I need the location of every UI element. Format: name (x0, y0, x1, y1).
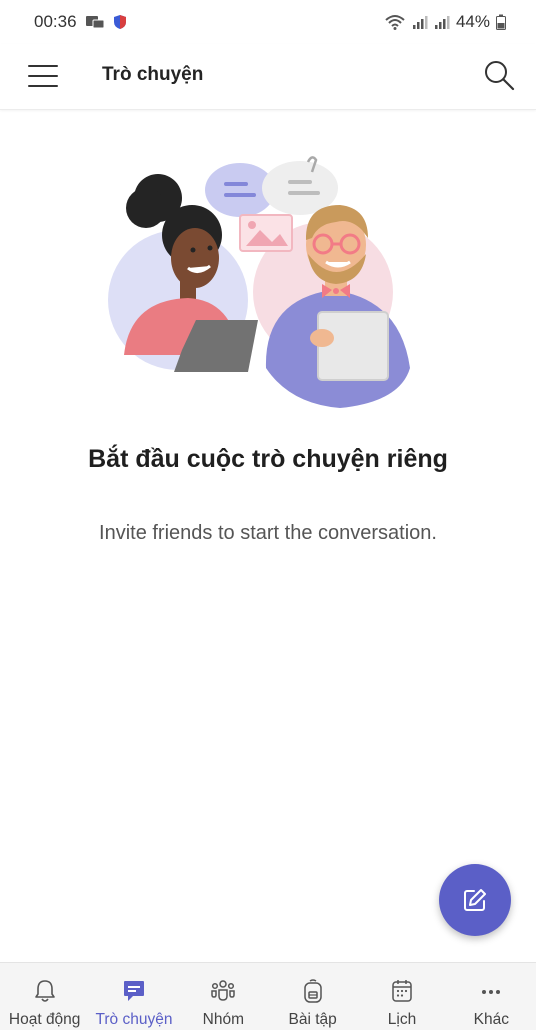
empty-state-title: Bắt đầu cuộc trò chuyện riêng (88, 445, 448, 473)
bell-icon (31, 977, 59, 1005)
more-icon (477, 977, 505, 1005)
bottom-nav: Hoạt động Trò chuyện Nhóm Bài tập Lịch K… (0, 962, 536, 1030)
nav-label: Trò chuyện (95, 1011, 173, 1028)
battery-percent: 44% (455, 12, 490, 31)
empty-state-subtitle: Invite friends to start the conversation… (99, 522, 437, 544)
battery-icon (496, 14, 506, 30)
nav-item-more[interactable]: Khác (447, 963, 536, 1030)
chat-icon (120, 977, 148, 1005)
search-icon[interactable] (482, 58, 516, 94)
menu-icon-bar (28, 65, 58, 67)
nav-item-teams[interactable]: Nhóm (179, 963, 268, 1030)
teams-icon (209, 977, 237, 1005)
menu-icon-bar (28, 75, 58, 77)
backpack-icon (299, 977, 327, 1005)
nav-label: Hoạt động (8, 1011, 81, 1028)
signal-icon (412, 16, 428, 29)
message-notification-icon (85, 16, 105, 29)
status-bar: 00:36 44% (0, 0, 536, 44)
nav-item-chat[interactable]: Trò chuyện (89, 963, 178, 1030)
empty-state-illustration (108, 156, 410, 408)
nav-label: Bài tập (288, 1011, 337, 1028)
status-left: 00:36 (34, 12, 127, 32)
wifi-icon (385, 15, 405, 30)
menu-icon-bar (28, 85, 58, 87)
app-header: Trò chuyện (0, 44, 536, 110)
page-title: Trò chuyện (102, 64, 204, 85)
nav-item-activity[interactable]: Hoạt động (0, 963, 89, 1030)
calendar-icon (388, 977, 416, 1005)
shield-icon (113, 15, 126, 29)
status-time: 00:36 (34, 12, 77, 31)
new-chat-button[interactable] (439, 864, 511, 936)
menu-button[interactable] (28, 62, 60, 90)
nav-item-calendar[interactable]: Lịch (357, 963, 446, 1030)
nav-label: Nhóm (202, 1011, 244, 1028)
status-right: 44% (384, 12, 506, 32)
nav-label: Lịch (387, 1011, 417, 1028)
nav-label: Khác (473, 1011, 509, 1028)
compose-icon (464, 889, 486, 911)
signal-icon-2 (434, 16, 450, 29)
nav-item-assignments[interactable]: Bài tập (268, 963, 357, 1030)
